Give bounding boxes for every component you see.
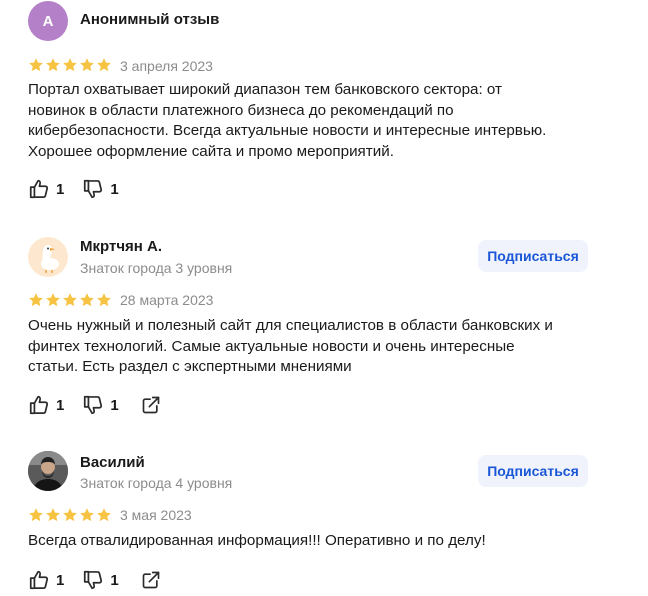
review-actions: 1 1 [28,177,137,201]
dislike-button[interactable]: 1 [82,569,119,591]
goose-icon [41,244,59,273]
star-icon [97,508,111,522]
review-actions: 1 1 [28,393,161,417]
user-photo-avatar[interactable] [28,451,68,491]
star-icon [29,293,43,307]
review-date: 3 мая 2023 [120,507,192,523]
reviewer-name[interactable]: Мкртчян А. [80,238,162,255]
star-icon [80,58,94,72]
review-date: 3 апреля 2023 [120,58,213,74]
share-button[interactable] [141,570,161,590]
star-icon [29,508,43,522]
dislike-button[interactable]: 1 [82,394,119,416]
rating-stars [28,57,112,73]
star-icon [80,508,94,522]
reviewer-level: Знаток города 4 уровня [80,475,233,491]
star-icon [97,58,111,72]
person-photo-icon [28,451,68,491]
review-text: Очень нужный и полезный сайт для специал… [28,317,553,375]
thumbs-down-icon [84,395,103,415]
star-icon [80,293,94,307]
star-icon [63,293,77,307]
star-icon [46,58,60,72]
dislike-count: 1 [110,180,119,198]
thumbs-down-icon [84,179,103,199]
like-count: 1 [56,396,65,414]
star-icon [46,508,60,522]
star-icon [63,58,77,72]
like-button[interactable]: 1 [28,569,64,591]
dislike-count: 1 [110,396,119,414]
dislike-count: 1 [110,571,119,589]
review-card: Мкртчян А. Знаток города 3 уровня Подпис… [0,230,648,430]
reviewer-name[interactable]: Анонимный отзыв [80,11,219,28]
like-count: 1 [56,180,65,198]
like-count: 1 [56,571,65,589]
review-card: A Анонимный отзыв 3 апреля 2023 Портал о… [0,0,648,210]
review-date: 28 марта 2023 [120,292,214,308]
thumbs-up-icon [29,570,49,590]
reviewer-name[interactable]: Василий [80,454,145,471]
avatar[interactable]: A [28,1,68,41]
share-icon [142,396,160,414]
like-button[interactable]: 1 [28,178,64,200]
dislike-button[interactable]: 1 [82,178,119,200]
share-icon [142,571,160,589]
review-card: Василий Знаток города 4 уровня Подписать… [0,446,648,596]
goose-avatar[interactable] [28,237,68,277]
rating-stars [28,507,112,523]
review-actions: 1 1 [28,568,161,592]
star-icon [29,58,43,72]
reviewer-level: Знаток города 3 уровня [80,260,233,276]
share-button[interactable] [141,395,161,415]
rating-stars [28,292,112,308]
star-icon [46,293,60,307]
star-icon [97,293,111,307]
star-icon [63,508,77,522]
review-text: Портал охватывает широкий диапазон тем б… [28,81,547,160]
subscribe-button[interactable]: Подписаться [478,455,588,487]
like-button[interactable]: 1 [28,394,64,416]
thumbs-up-icon [29,395,49,415]
review-text: Всегда отвалидированная информация!!! Оп… [28,532,486,549]
subscribe-button[interactable]: Подписаться [478,240,588,272]
thumbs-down-icon [84,570,103,590]
thumbs-up-icon [29,179,49,199]
